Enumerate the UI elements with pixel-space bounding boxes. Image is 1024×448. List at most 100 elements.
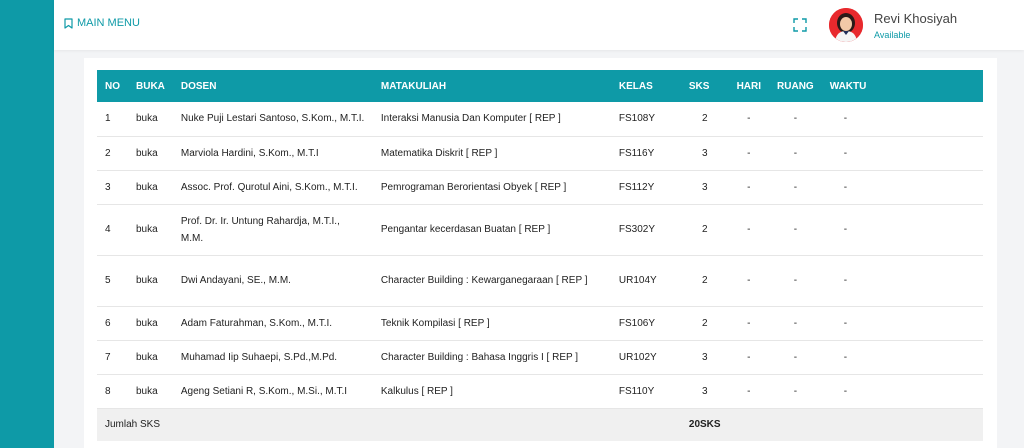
buka-link[interactable]: buka [128,374,173,408]
table-footer-row: Jumlah SKS 20SKS [97,408,983,441]
cell-matakuliah: Matematika Diskrit [ REP ] [380,147,498,159]
cell-matakuliah: Teknik Kompilasi [ REP ] [380,317,490,329]
cell-kelas: FS108Y [618,113,656,125]
cell-waktu: - [843,113,848,125]
cell-no: 6 [105,317,111,329]
cell-hari: - [747,275,751,286]
header-sks: SKS [688,80,710,92]
cell-waktu: - [843,224,848,235]
cell-no: 7 [105,351,111,363]
cell-ruang: - [793,181,798,193]
table-row: 1 buka Nuke Puji Lestari Santoso, S.Kom.… [97,102,983,136]
cell-kelas: FS302Y [618,224,656,235]
cell-matakuliah: Character Building : Kewarganegaraan [ R… [380,275,588,286]
buka-link[interactable]: buka [128,306,173,340]
cell-hari: - [747,113,751,125]
cell-sks: 3 [701,351,708,363]
cell-dosen: Prof. Dr. Ir. Untung Rahardja, M.T.I., M… [180,215,340,244]
cell-dosen: Nuke Puji Lestari Santoso, S.Kom., M.T.I… [180,113,365,125]
buka-link[interactable]: buka [128,136,173,170]
buka-link[interactable]: buka [128,255,173,306]
cell-kelas: UR102Y [618,351,657,363]
total-sks-value: 20SKS [688,419,721,431]
cell-waktu: - [843,181,848,193]
cell-sks: 3 [701,181,708,193]
cell-no: 5 [105,275,111,286]
header-waktu: WAKTU [829,80,867,92]
cell-ruang: - [793,113,798,125]
cell-no: 1 [105,113,111,125]
cell-ruang: - [793,317,798,329]
cell-dosen: Marviola Hardini, S.Kom., M.T.I [180,147,319,159]
cell-sks: 2 [701,317,708,329]
cell-hari: - [747,385,751,397]
cell-no: 8 [105,385,111,397]
total-sks-label: Jumlah SKS [105,419,161,431]
cell-sks: 2 [701,224,708,235]
cell-sks: 2 [701,113,708,125]
cell-ruang: - [793,385,798,397]
user-status: Available [874,30,911,40]
header-dosen: DOSEN [180,80,217,92]
cell-hari: - [747,351,751,363]
cell-waktu: - [843,147,848,159]
schedule-table: NO BUKA DOSEN MATAKULIAH KELAS SKS HARI … [97,70,983,441]
buka-link[interactable]: buka [128,340,173,374]
cell-hari: - [747,224,751,235]
header-kelas: KELAS [618,80,653,92]
cell-dosen: Adam Faturahman, S.Kom., M.T.I. [180,317,333,329]
cell-dosen: Muhamad Iip Suhaepi, S.Pd.,M.Pd. [180,351,338,363]
footer-spacer [729,408,983,441]
cell-matakuliah: Pengantar kecerdasan Buatan [ REP ] [380,224,551,235]
buka-link[interactable]: buka [128,102,173,136]
bookmark-icon [64,17,73,29]
sidebar [0,0,54,448]
buka-link[interactable]: buka [128,170,173,204]
cell-ruang: - [793,275,798,286]
user-photo-icon [829,8,863,42]
cell-waktu: - [843,317,848,329]
table-row: 2 buka Marviola Hardini, S.Kom., M.T.I M… [97,136,983,170]
cell-kelas: FS116Y [618,147,655,159]
table-row: 4 buka Prof. Dr. Ir. Untung Rahardja, M.… [97,204,983,255]
cell-dosen: Ageng Setiani R, S.Kom., M.Si., M.T.I [180,385,348,397]
header-hari: HARI [736,80,762,92]
cell-hari: - [747,317,751,329]
cell-sks: 3 [701,385,708,397]
fullscreen-icon[interactable] [793,18,807,32]
user-name: Revi Khosiyah [874,11,958,26]
cell-no: 3 [105,181,111,193]
buka-link[interactable]: buka [128,204,173,255]
header-matakuliah: MATAKULIAH [380,80,447,92]
cell-no: 2 [105,147,111,159]
table-row: 8 buka Ageng Setiani R, S.Kom., M.Si., M… [97,374,983,408]
cell-kelas: FS110Y [618,385,655,397]
cell-ruang: - [793,147,798,159]
header-ruang: RUANG [777,80,814,92]
main-menu-label: MAIN MENU [77,17,140,29]
cell-kelas: UR104Y [618,275,657,286]
cell-matakuliah: Interaksi Manusia Dan Komputer [ REP ] [380,113,561,125]
cell-kelas: FS112Y [618,181,655,193]
header-buka: BUKA [136,80,165,92]
cell-matakuliah: Character Building : Bahasa Inggris I [ … [380,351,579,363]
table-row: 3 buka Assoc. Prof. Qurotul Aini, S.Kom.… [97,170,983,204]
cell-sks: 2 [701,275,708,286]
cell-ruang: - [793,224,798,235]
table-row: 7 buka Muhamad Iip Suhaepi, S.Pd.,M.Pd. … [97,340,983,374]
header-no: NO [105,80,120,92]
main-menu-link[interactable]: MAIN MENU [64,17,140,29]
cell-dosen: Assoc. Prof. Qurotul Aini, S.Kom., M.T.I… [180,181,358,193]
avatar[interactable] [829,8,863,42]
cell-waktu: - [843,275,848,286]
cell-waktu: - [843,351,848,363]
cell-matakuliah: Kalkulus [ REP ] [380,385,453,397]
cell-hari: - [747,181,751,193]
cell-dosen: Dwi Andayani, SE., M.M. [180,275,291,286]
table-header-row: NO BUKA DOSEN MATAKULIAH KELAS SKS HARI … [97,70,983,102]
cell-matakuliah: Pemrograman Berorientasi Obyek [ REP ] [380,181,567,193]
cell-hari: - [747,147,751,159]
cell-waktu: - [843,385,848,397]
cell-no: 4 [105,224,111,235]
cell-kelas: FS106Y [618,317,656,329]
